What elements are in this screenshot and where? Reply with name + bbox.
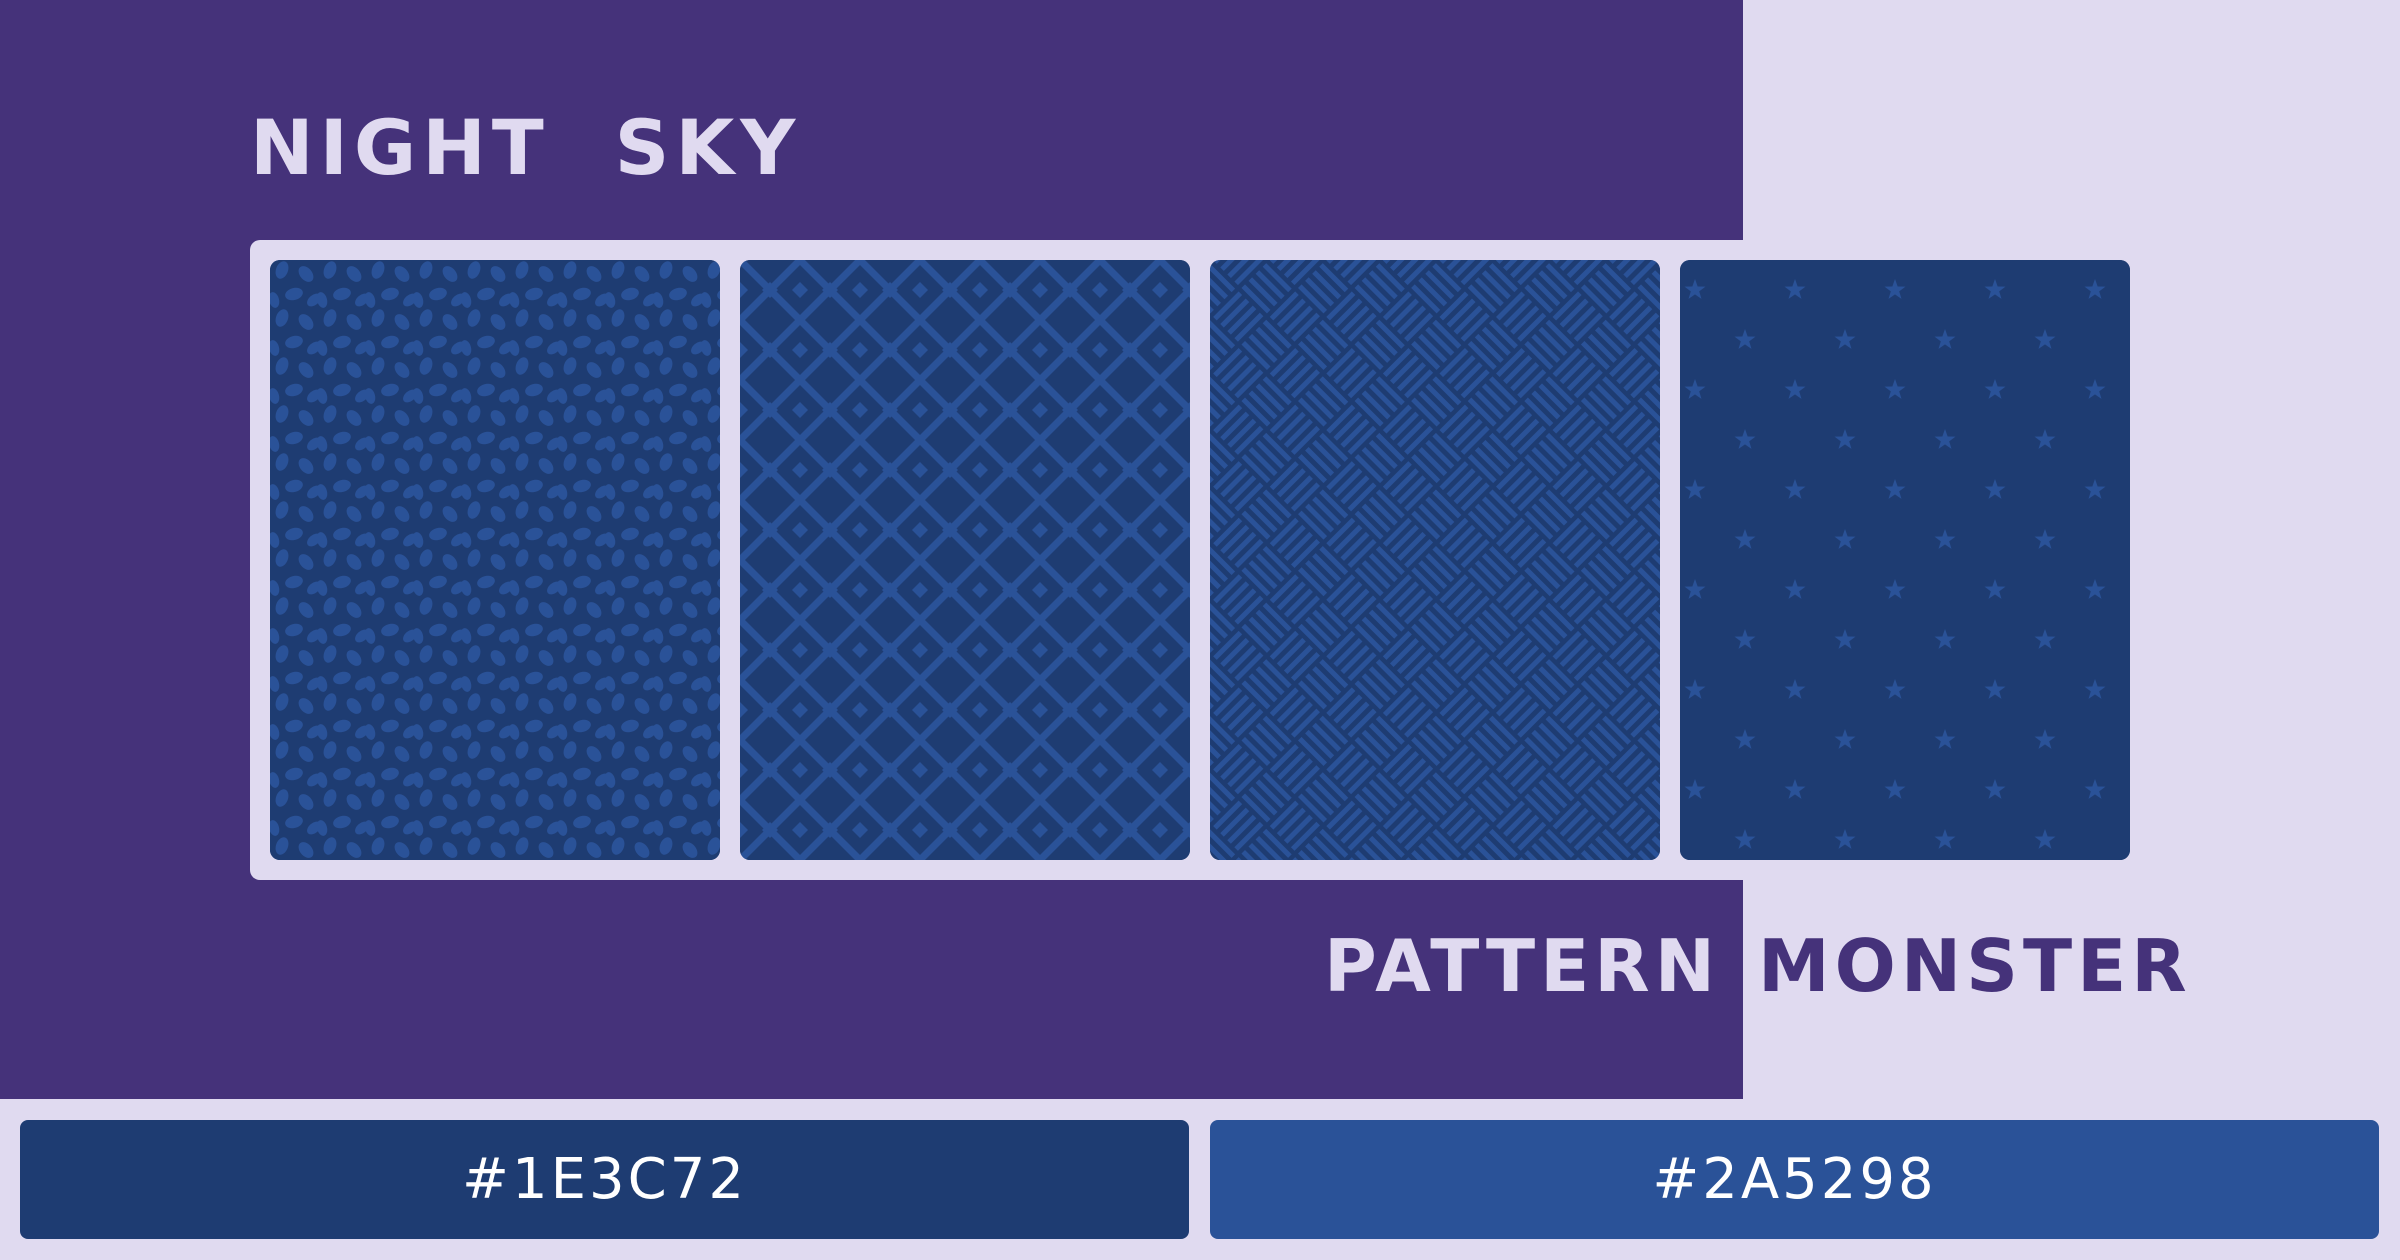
tile-stars-pattern[interactable]: [1680, 260, 2130, 860]
pattern-showcase: [250, 240, 2150, 880]
brand-word-pattern: PATTERN: [1323, 924, 1720, 1008]
tile-cross-lattice-pattern[interactable]: [740, 260, 1190, 860]
brand-word-monster: MONSTER: [1758, 924, 2192, 1008]
cross-lattice-pattern-art: [740, 260, 1190, 860]
palette-title: NIGHT SKY: [250, 103, 802, 192]
color-swatch-secondary[interactable]: #2A5298: [1210, 1120, 2379, 1239]
swatch-hex-label: #2A5298: [1652, 1147, 1937, 1212]
basketweave-pattern-art: [1210, 260, 1660, 860]
stars-pattern-art: [1680, 260, 2130, 860]
color-swatch-primary[interactable]: #1E3C72: [20, 1120, 1189, 1239]
tile-petals-pattern[interactable]: [270, 260, 720, 860]
petals-pattern-art: [270, 260, 720, 860]
swatch-hex-label: #1E3C72: [462, 1147, 747, 1212]
tile-basketweave-pattern[interactable]: [1210, 260, 1660, 860]
